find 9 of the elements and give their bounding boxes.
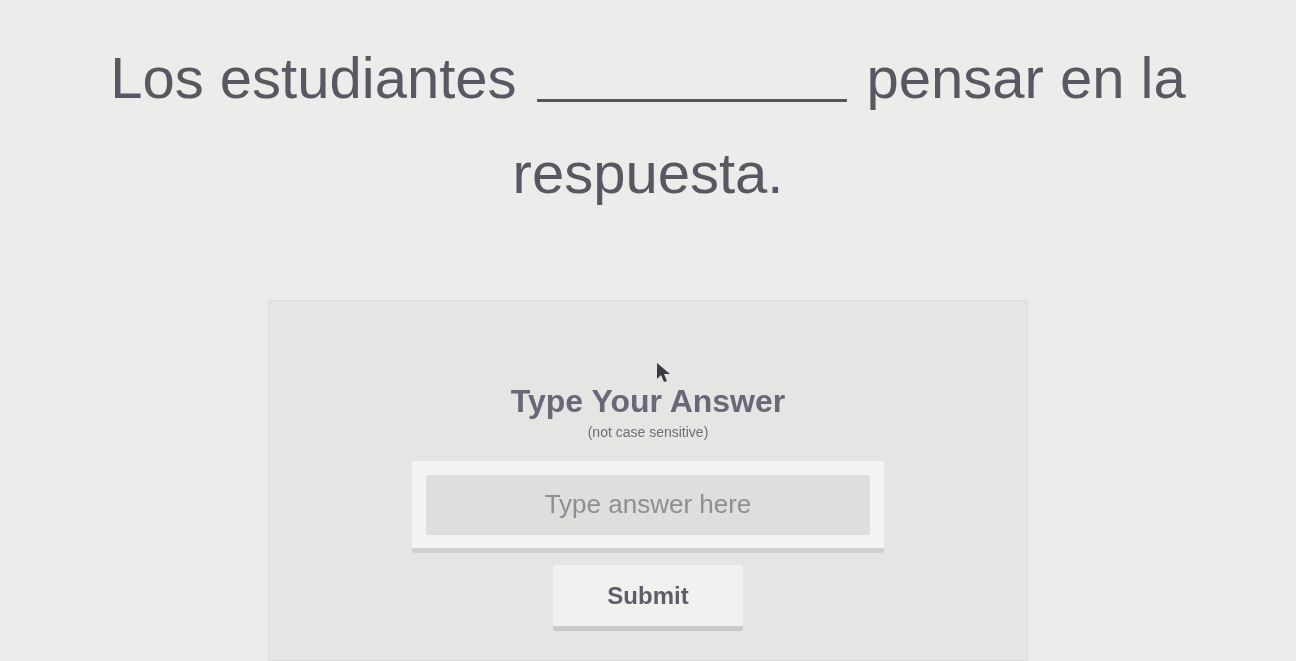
input-field[interactable]: Type answer here — [426, 474, 870, 535]
question-text: respuesta. — [512, 140, 784, 205]
card-subtitle: (not case sensitive) — [587, 423, 709, 441]
question-text: Los estudiantes — [110, 45, 517, 110]
cursor-icon — [657, 363, 671, 383]
submit-button[interactable]: Submit — [553, 565, 743, 631]
fill-in-line[interactable] — [536, 99, 847, 102]
card-title: Type Your Answer — [510, 382, 786, 421]
question-text: pensar en la — [866, 45, 1186, 110]
